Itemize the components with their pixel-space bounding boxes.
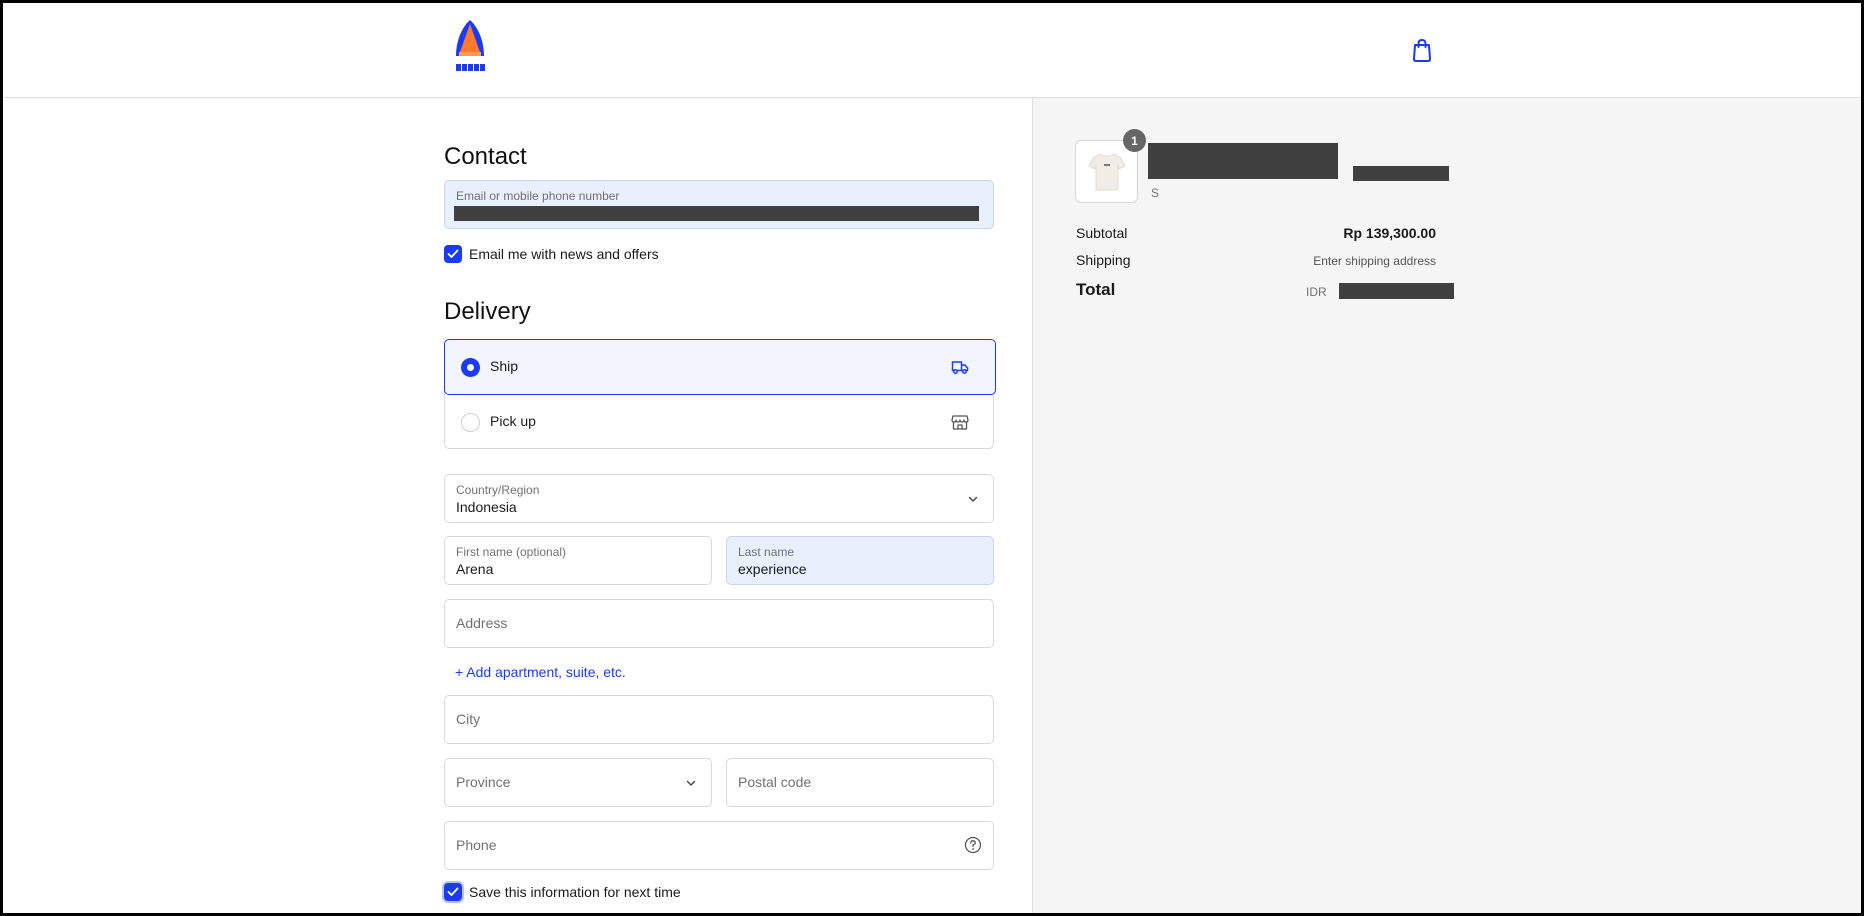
postal-code-placeholder: Postal code <box>738 774 812 790</box>
first-name-label: First name (optional) <box>456 545 567 559</box>
truck-icon <box>951 358 969 376</box>
redacted-email <box>454 206 979 221</box>
checkmark-icon <box>447 887 459 896</box>
delivery-method-group: Ship Pick up <box>444 339 996 450</box>
last-name-field[interactable]: Last name experience <box>726 536 994 585</box>
save-info-checkbox[interactable] <box>444 883 462 901</box>
last-name-value: experience <box>738 561 807 577</box>
radio-unselected <box>461 413 480 432</box>
subtotal-value: Rp 139,300.00 <box>1343 225 1436 241</box>
total-label: Total <box>1076 280 1116 299</box>
contact-heading: Contact <box>444 143 527 170</box>
country-label: Country/Region <box>456 483 540 497</box>
header <box>3 3 1861 98</box>
phone-field[interactable]: Phone <box>444 821 994 870</box>
subtotal-row: Subtotal Rp 139,300.00 <box>1076 225 1436 245</box>
delivery-option-label: Ship <box>490 358 519 374</box>
total-row: Total IDR <box>1076 280 1454 302</box>
shopping-bag-icon[interactable] <box>1410 37 1434 63</box>
postal-code-field[interactable]: Postal code <box>726 758 994 807</box>
province-select[interactable]: Province <box>444 758 712 807</box>
shipping-row: Shipping Enter shipping address <box>1076 252 1436 272</box>
email-field-label: Email or mobile phone number <box>456 189 620 203</box>
delivery-heading: Delivery <box>444 298 531 325</box>
checkmark-icon <box>447 249 459 258</box>
subtotal-label: Subtotal <box>1076 225 1128 241</box>
save-info-label: Save this information for next time <box>469 884 681 900</box>
phone-placeholder: Phone <box>456 837 497 853</box>
newsletter-checkbox[interactable] <box>444 245 462 263</box>
redacted-product-price <box>1353 166 1449 181</box>
add-apartment-link[interactable]: + Add apartment, suite, etc. <box>455 664 626 680</box>
product-variant: S <box>1151 186 1160 200</box>
delivery-option-label: Pick up <box>490 413 536 429</box>
redacted-total-value <box>1339 283 1454 299</box>
province-placeholder: Province <box>456 774 511 790</box>
first-name-value: Arena <box>456 561 494 577</box>
delivery-option-ship[interactable]: Ship <box>444 339 996 395</box>
shipping-label: Shipping <box>1076 252 1131 268</box>
city-placeholder: City <box>456 711 481 727</box>
country-select[interactable]: Country/Region Indonesia <box>444 474 994 523</box>
help-icon[interactable] <box>964 836 982 854</box>
country-value: Indonesia <box>456 499 517 515</box>
address-placeholder: Address <box>456 615 508 631</box>
last-name-label: Last name <box>738 545 795 559</box>
newsletter-label: Email me with news and offers <box>469 246 659 262</box>
store-icon <box>951 413 969 431</box>
tshirt-icon <box>1087 152 1126 190</box>
delivery-option-pickup[interactable]: Pick up <box>445 395 995 450</box>
checkout-page: Contact Email or mobile phone number Ema… <box>3 3 1861 913</box>
chevron-down-icon <box>968 496 978 502</box>
first-name-field[interactable]: First name (optional) Arena <box>444 536 712 585</box>
total-currency: IDR <box>1306 285 1327 299</box>
quantity-badge: 1 <box>1123 129 1146 152</box>
radio-selected <box>461 358 480 377</box>
order-summary: 1 S Subtotal Rp 139,300.00 Shipping Ente… <box>1032 98 1861 913</box>
redacted-product-name <box>1148 143 1338 179</box>
chevron-down-icon <box>686 780 696 786</box>
store-logo[interactable] <box>453 18 487 76</box>
city-field[interactable]: City <box>444 695 994 744</box>
email-field[interactable]: Email or mobile phone number <box>444 180 994 229</box>
shipping-value: Enter shipping address <box>1313 254 1436 268</box>
address-field[interactable]: Address <box>444 599 994 648</box>
